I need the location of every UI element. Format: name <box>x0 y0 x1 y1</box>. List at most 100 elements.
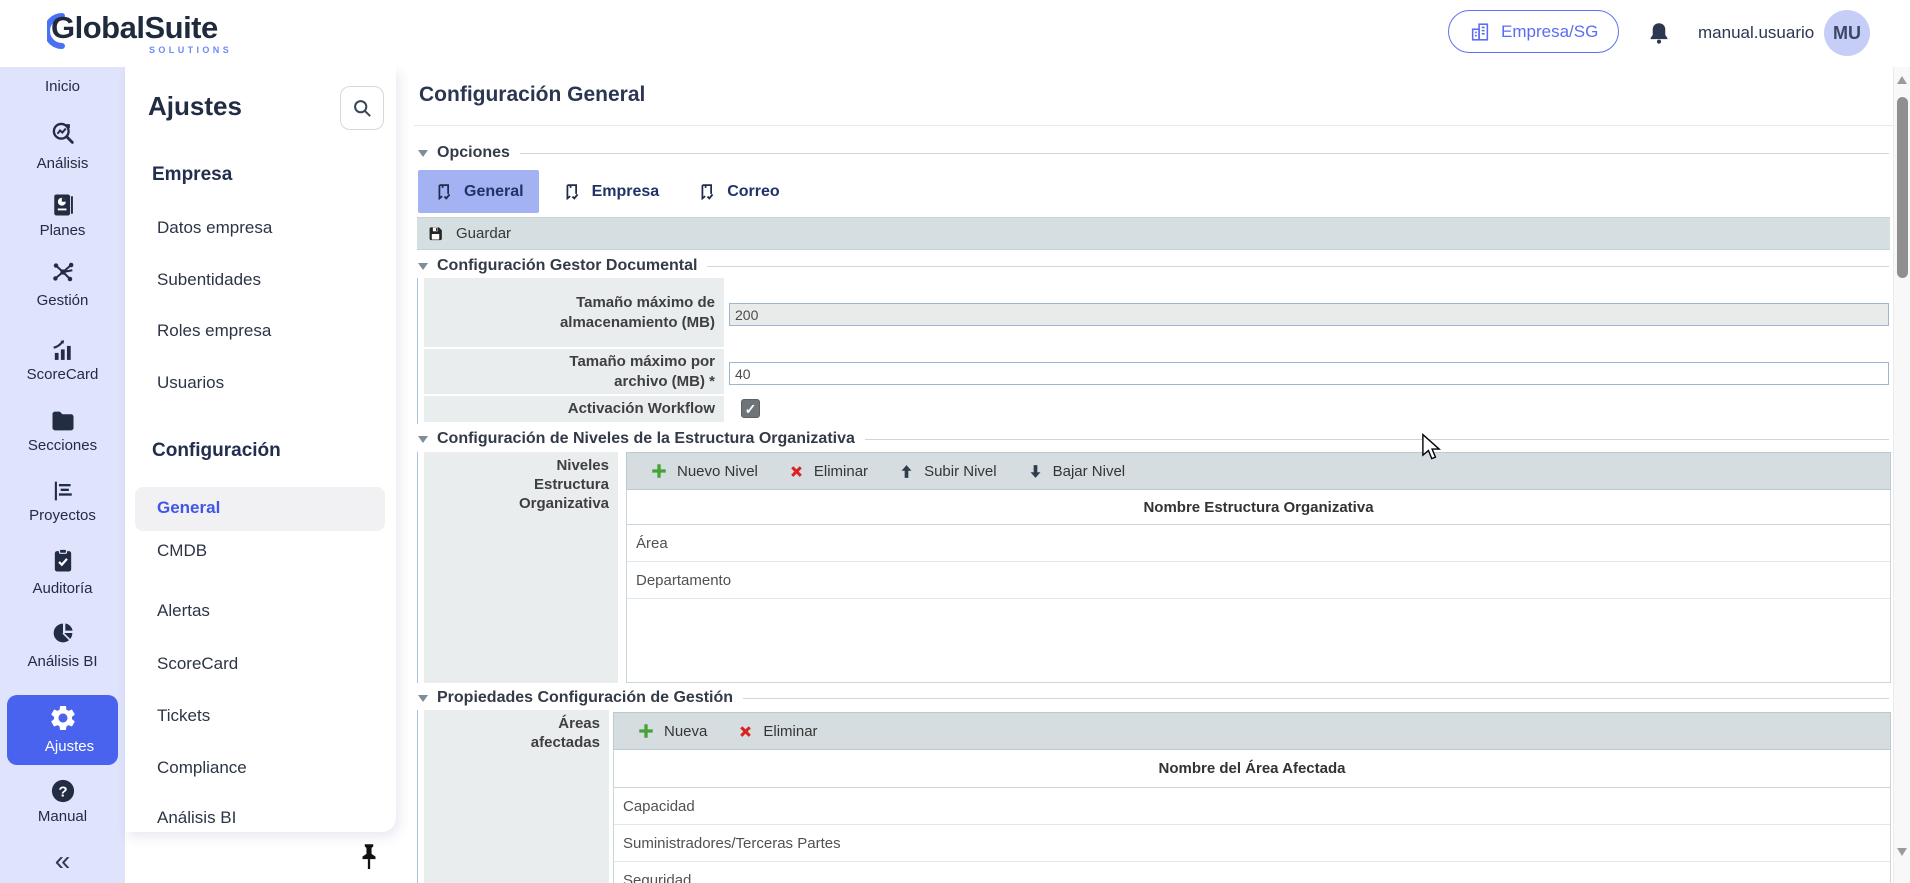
main-nav-sidebar: Inicio Análisis Planes Gestión <box>0 67 125 883</box>
collapse-triangle-icon[interactable] <box>418 436 428 443</box>
levels-grid: Nuevo Nivel Eliminar Subir Nivel Bajar N… <box>626 452 1891 683</box>
vertical-scrollbar <box>1893 67 1910 883</box>
group-line <box>520 153 1889 154</box>
home-icon <box>49 67 77 72</box>
tab-label: Correo <box>727 183 779 201</box>
current-user-label[interactable]: manual.usuario <box>1698 23 1814 43</box>
move-up-button[interactable]: Subir Nivel <box>898 463 997 480</box>
pin-panel-icon[interactable] <box>352 840 386 874</box>
settings-item-analisis-bi[interactable]: Análisis BI <box>157 808 236 828</box>
help-icon: ? <box>49 777 77 805</box>
logo-text: GlobalSuite <box>51 10 218 46</box>
doc-section-header: Configuración Gestor Documental <box>418 256 1889 276</box>
section-header-empresa: Empresa <box>152 164 232 186</box>
svg-text:?: ? <box>58 783 67 800</box>
notifications-bell-icon[interactable] <box>1646 20 1672 46</box>
settings-item-tickets[interactable]: Tickets <box>157 706 210 726</box>
areas-table-header: Nombre del Área Afectada <box>614 750 1890 788</box>
bookmark-check-icon <box>433 180 455 204</box>
field-label: Activación Workflow <box>424 396 724 422</box>
bookmark-check-icon <box>696 180 718 204</box>
collapse-triangle-icon[interactable] <box>418 150 428 157</box>
settings-item-subentidades[interactable]: Subentidades <box>157 270 261 290</box>
new-level-button[interactable]: Nuevo Nivel <box>650 462 758 480</box>
opciones-label: Opciones <box>437 144 510 162</box>
delete-area-button[interactable]: Eliminar <box>737 723 817 740</box>
bookmark-check-icon <box>561 180 583 204</box>
tab-label: Empresa <box>592 183 660 201</box>
audit-clipboard-icon <box>49 547 77 575</box>
delete-level-button[interactable]: Eliminar <box>788 463 868 480</box>
table-row[interactable]: Seguridad <box>614 862 1890 883</box>
app-header: GlobalSuite SOLUTIONS Empresa/SG manual.… <box>0 0 1910 67</box>
management-section-header: Propiedades Configuración de Gestión <box>418 688 1889 708</box>
plus-icon <box>650 462 668 480</box>
red-x-icon <box>788 463 805 480</box>
save-floppy-icon <box>426 224 445 243</box>
logo-subtext: SOLUTIONS <box>149 45 232 55</box>
settings-item-compliance[interactable]: Compliance <box>157 758 247 778</box>
settings-item-scorecard[interactable]: ScoreCard <box>157 654 238 674</box>
settings-item-roles-empresa[interactable]: Roles empresa <box>157 321 271 341</box>
levels-toolbar: Nuevo Nivel Eliminar Subir Nivel Bajar N… <box>626 452 1891 490</box>
workflow-checkbox[interactable]: ✓ <box>741 399 760 418</box>
management-section-title: Propiedades Configuración de Gestión <box>437 689 733 707</box>
new-area-button[interactable]: Nueva <box>637 722 707 740</box>
sidebar-item-label: Secciones <box>0 437 125 454</box>
table-row[interactable]: Suministradores/Terceras Partes <box>614 825 1890 862</box>
table-row[interactable]: Departamento <box>627 562 1890 599</box>
tab-general[interactable]: General <box>418 170 539 213</box>
settings-item-general[interactable]: General <box>157 498 220 518</box>
settings-panel-title: Ajustes <box>148 91 242 122</box>
globalsuite-logo: GlobalSuite SOLUTIONS <box>37 8 257 58</box>
sidebar-item-ajustes[interactable]: Ajustes <box>7 695 118 765</box>
options-tabs: General Empresa Correo <box>418 170 795 213</box>
sidebar-item-label: Ajustes <box>7 738 125 755</box>
scroll-down-arrow[interactable] <box>1897 848 1907 856</box>
settings-search-button[interactable] <box>340 86 384 130</box>
scrollbar-thumb[interactable] <box>1897 97 1908 278</box>
checkbox-check-icon: ✓ <box>745 402 757 416</box>
arrow-down-icon <box>1027 463 1044 480</box>
collapse-triangle-icon[interactable] <box>418 695 428 702</box>
field-label: Tamaño máximo por archivo (MB) * <box>424 349 724 394</box>
table-row[interactable]: Área <box>627 525 1890 562</box>
areas-table: Nombre del Área Afectada Capacidad Sumin… <box>613 750 1891 883</box>
group-line <box>865 439 1889 440</box>
user-avatar[interactable]: MU <box>1824 10 1870 56</box>
search-icon <box>350 96 374 120</box>
page-title: Configuración General <box>419 83 645 107</box>
doc-section-title: Configuración Gestor Documental <box>437 257 697 275</box>
gear-icon <box>48 703 78 733</box>
sidebar-item-label: ScoreCard <box>0 366 125 383</box>
settings-item-usuarios[interactable]: Usuarios <box>157 373 224 393</box>
sidebar-item-label: Manual <box>0 808 125 825</box>
entity-selector-button[interactable]: Empresa/SG <box>1448 10 1619 53</box>
group-line <box>707 266 1889 267</box>
field-label: Áreas afectadas <box>424 710 609 883</box>
tab-correo[interactable]: Correo <box>681 170 794 213</box>
opciones-group-header: Opciones <box>418 143 1889 163</box>
field-label: Tamaño máximo de almacenamiento (MB) <box>424 278 724 347</box>
settings-item-datos-empresa[interactable]: Datos empresa <box>157 218 272 238</box>
sidebar-item-label: Análisis <box>0 155 125 172</box>
doc-section-body: Tamaño máximo de almacenamiento (MB) Tam… <box>417 278 1890 424</box>
levels-table-header: Nombre Estructura Organizativa <box>627 490 1890 525</box>
max-storage-input[interactable] <box>729 303 1889 326</box>
collapse-sidebar-icon[interactable]: « <box>0 850 125 872</box>
tab-empresa[interactable]: Empresa <box>546 170 675 213</box>
levels-table: Nombre Estructura Organizativa Área Depa… <box>626 490 1891 683</box>
collapse-triangle-icon[interactable] <box>418 263 428 270</box>
settings-item-cmdb[interactable]: CMDB <box>157 541 207 561</box>
move-down-button[interactable]: Bajar Nivel <box>1027 463 1126 480</box>
save-button[interactable]: Guardar <box>417 217 1890 250</box>
management-section-body: Áreas afectadas Nueva Eliminar Nombre de… <box>417 710 1890 883</box>
settings-item-alertas[interactable]: Alertas <box>157 601 210 621</box>
scroll-up-arrow[interactable] <box>1897 76 1907 84</box>
table-row[interactable]: Capacidad <box>614 788 1890 825</box>
max-file-size-input[interactable] <box>729 362 1889 385</box>
sidebar-item-label: Auditoría <box>0 580 125 597</box>
main-content: Configuración General Opciones General E… <box>414 67 1893 883</box>
mouse-cursor <box>1421 433 1443 463</box>
sidebar-item-label: Gestión <box>0 292 125 309</box>
